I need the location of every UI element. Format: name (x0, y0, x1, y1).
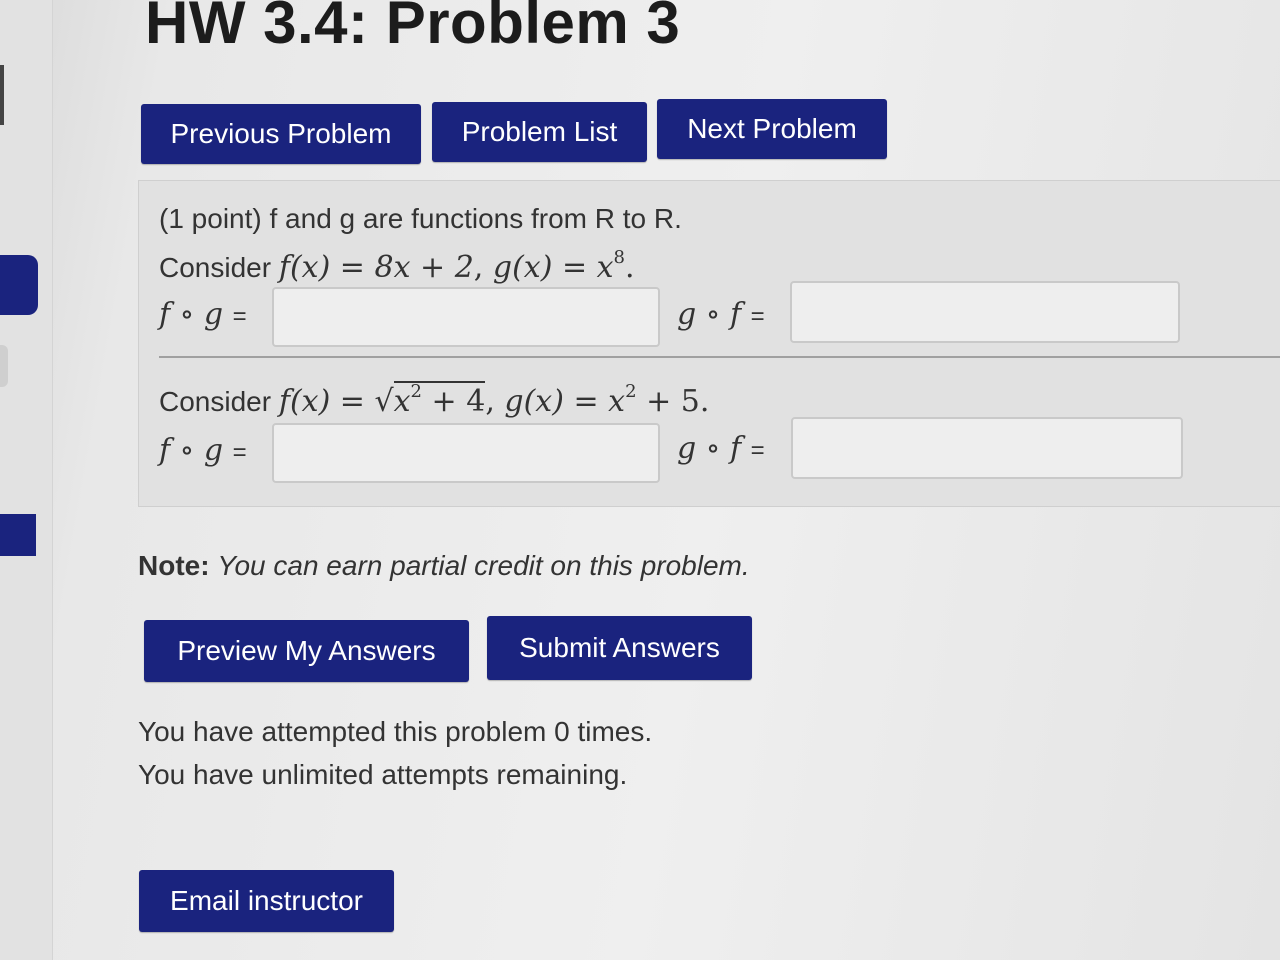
part1-fog-label: f ∘ g = (159, 297, 247, 332)
part2-consider-label: Consider (159, 386, 272, 417)
part2-definitions: f(x) = √x2 + 4, g(x) = x2 + 5. (278, 381, 710, 419)
part1-f-def-text: f(x) = 8x + 2 (278, 250, 474, 285)
attempt-count-text: You have attempted this problem 0 times. (138, 716, 653, 747)
next-problem-button[interactable]: Next Problem (657, 99, 887, 159)
note-text: You can earn partial credit on this prob… (217, 550, 750, 581)
part1-gof-label: g ∘ f = (677, 297, 765, 332)
part1-g-def-text: g(x) = x (492, 250, 614, 285)
sidebar-active-item[interactable] (0, 255, 38, 315)
part2-gof-label: g ∘ f = (677, 431, 765, 466)
part2-fog-answer-input[interactable] (272, 423, 660, 483)
part2-g-def-text: g(x) = x (504, 384, 626, 419)
submit-answers-button[interactable]: Submit Answers (487, 616, 752, 680)
partial-credit-note: Note: You can earn partial credit on thi… (138, 550, 750, 582)
email-instructor-button[interactable]: Email instructor (139, 870, 394, 932)
note-label: Note: (138, 550, 210, 581)
part2-g-exponent: 2 (625, 381, 637, 402)
part1-statement: Consider f(x) = 8x + 2, g(x) = x8. (159, 247, 635, 285)
previous-problem-button[interactable]: Previous Problem (141, 104, 421, 164)
page-title: HW 3.4: Problem 3 (145, 0, 681, 56)
left-sidebar (0, 0, 53, 960)
part1-consider-label: Consider (159, 252, 272, 283)
part2-fog-label-text: f ∘ g (159, 433, 224, 468)
part2-gof-equals: = (750, 437, 765, 464)
sidebar-active-item-lower[interactable] (0, 514, 36, 556)
part2-radicand-exponent: 2 (410, 381, 422, 402)
part2-statement: Consider f(x) = √x2 + 4, g(x) = x2 + 5. (159, 381, 709, 419)
part1-f-definition: f(x) = 8x + 2, g(x) = x8. (278, 247, 635, 285)
part1-fog-equals: = (232, 303, 247, 330)
part2-fog-equals: = (232, 439, 247, 466)
part2-radicand: x2 + 4 (393, 381, 486, 419)
preview-answers-button[interactable]: Preview My Answers (144, 620, 469, 682)
problem-panel: (1 point) f and g are functions from R t… (138, 180, 1280, 507)
part1-gof-answer-input[interactable] (790, 281, 1180, 343)
sqrt-symbol: √ (374, 384, 394, 419)
part1-gof-label-text: g ∘ f (677, 297, 742, 332)
part2-gof-answer-input[interactable] (791, 417, 1183, 479)
sidebar-item[interactable] (0, 345, 8, 387)
problem-intro: (1 point) f and g are functions from R t… (159, 203, 682, 234)
part2-fog-label: f ∘ g = (159, 433, 247, 468)
part2-g-def-rest: + 5. (646, 384, 710, 419)
part1-fog-label-text: f ∘ g (159, 297, 224, 332)
part1-fog-answer-input[interactable] (272, 287, 660, 347)
sidebar-edge-bar (0, 65, 4, 125)
part2-radicand-base: x (393, 384, 411, 419)
problem-list-button[interactable]: Problem List (432, 102, 647, 162)
part2-f-def-prefix: f(x) = (278, 384, 365, 419)
part2-radicand-rest: + 4 (431, 384, 486, 419)
part1-gof-equals: = (750, 303, 765, 330)
part2-gof-label-text: g ∘ f (677, 431, 742, 466)
parts-divider (159, 356, 1280, 358)
part1-g-exponent: 8 (613, 247, 625, 268)
attempts-remaining-text: You have unlimited attempts remaining. (138, 759, 628, 790)
